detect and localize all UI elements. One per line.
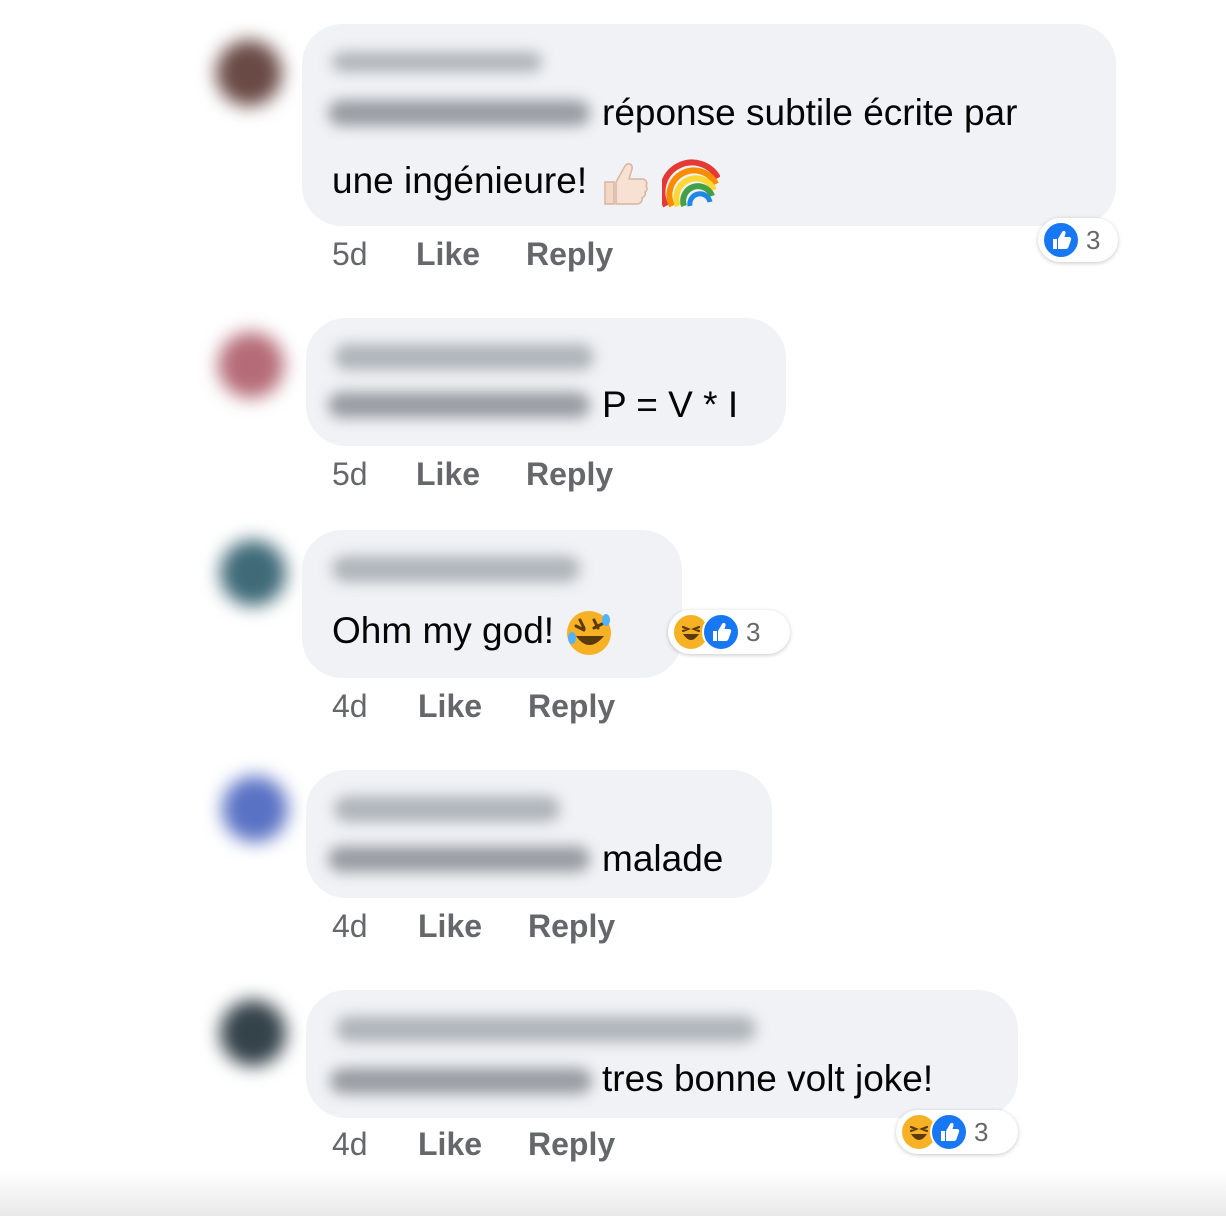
like-button[interactable]: Like xyxy=(416,456,480,493)
like-reaction-icon xyxy=(1042,221,1080,259)
bottom-shadow xyxy=(0,1170,1226,1216)
reaction-summary[interactable]: 3 xyxy=(1038,218,1118,262)
like-reaction-icon xyxy=(930,1113,968,1151)
reaction-count: 3 xyxy=(1086,224,1101,255)
avatar[interactable] xyxy=(220,540,286,606)
comment-bubble: Ohm my god! xyxy=(302,530,682,678)
comment-actions: 4d Like Reply xyxy=(332,688,652,728)
comment-timestamp[interactable]: 5d xyxy=(332,236,368,273)
reply-button[interactable]: Reply xyxy=(528,908,615,945)
comment-timestamp[interactable]: 5d xyxy=(332,456,368,493)
avatar[interactable] xyxy=(216,40,282,106)
comment-thread: réponse subtile écrite par une ingénieur… xyxy=(0,0,1226,1216)
reaction-count: 3 xyxy=(974,1116,989,1147)
reply-button[interactable]: Reply xyxy=(528,1126,615,1163)
comment-text: tres bonne volt joke! xyxy=(602,1058,934,1099)
reply-button[interactable]: Reply xyxy=(528,688,615,725)
reaction-count: 3 xyxy=(746,616,761,647)
comment-text: malade xyxy=(602,838,724,879)
comment-text: P = V * I xyxy=(602,384,739,425)
rolling-laughing-icon xyxy=(567,611,612,656)
comment-text-continued: une ingénieure! xyxy=(332,156,720,210)
comment-text: Ohm my god! xyxy=(332,610,555,651)
blurred-author-name[interactable] xyxy=(332,52,542,72)
avatar[interactable] xyxy=(220,1000,286,1066)
comment-timestamp[interactable]: 4d xyxy=(332,908,368,945)
blurred-mention[interactable] xyxy=(328,100,590,126)
comment-text-row: Ohm my god! xyxy=(332,608,614,658)
rainbow-icon xyxy=(661,159,720,208)
comment-text-line2: une ingénieure! xyxy=(332,159,588,201)
comment-actions: 5d Like Reply xyxy=(332,236,652,276)
reaction-summary[interactable]: 3 xyxy=(668,610,790,654)
avatar[interactable] xyxy=(222,776,288,842)
comment-bubble: réponse subtile écrite par une ingénieur… xyxy=(302,24,1116,226)
comment-text: réponse subtile écrite par xyxy=(602,92,1018,133)
like-button[interactable]: Like xyxy=(418,688,482,725)
comment-actions: 4d Like Reply xyxy=(332,1126,652,1166)
blurred-mention[interactable] xyxy=(328,846,590,872)
blurred-mention[interactable] xyxy=(330,1068,592,1094)
like-reaction-icon xyxy=(702,613,740,651)
comment-bubble: malade xyxy=(306,770,772,898)
reply-button[interactable]: Reply xyxy=(526,456,613,493)
comment-bubble: tres bonne volt joke! xyxy=(306,990,1018,1118)
blurred-author-name[interactable] xyxy=(336,1016,756,1042)
thumbs-up-icon xyxy=(604,163,649,205)
blurred-author-name[interactable] xyxy=(332,556,580,582)
like-button[interactable]: Like xyxy=(418,1126,482,1163)
reaction-summary[interactable]: 3 xyxy=(896,1110,1018,1154)
comment-bubble: P = V * I xyxy=(306,318,786,446)
comment-actions: 5d Like Reply xyxy=(332,456,652,496)
blurred-mention[interactable] xyxy=(328,392,590,418)
avatar[interactable] xyxy=(218,332,284,398)
comment-actions: 4d Like Reply xyxy=(332,908,652,948)
comment-timestamp[interactable]: 4d xyxy=(332,688,368,725)
comment-timestamp[interactable]: 4d xyxy=(332,1126,368,1163)
blurred-author-name[interactable] xyxy=(334,344,594,370)
blurred-author-name[interactable] xyxy=(334,796,560,822)
like-button[interactable]: Like xyxy=(418,908,482,945)
like-button[interactable]: Like xyxy=(416,236,480,273)
reply-button[interactable]: Reply xyxy=(526,236,613,273)
